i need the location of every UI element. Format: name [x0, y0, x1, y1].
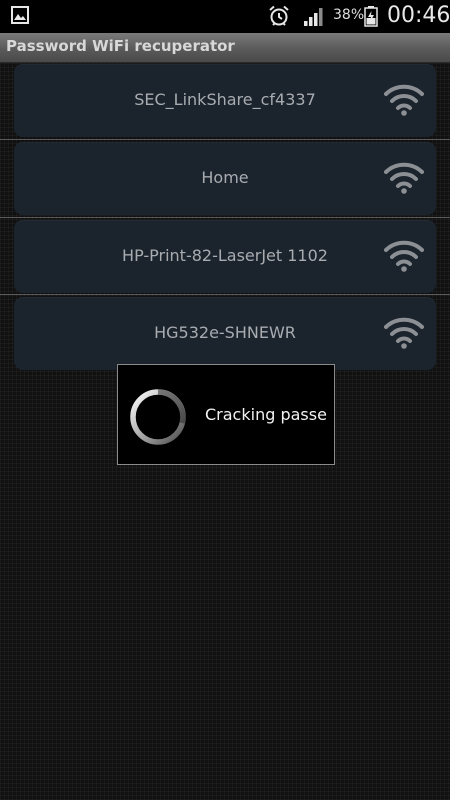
app-screen: 38% 00:46 Password WiFi recuperator SEC_…	[0, 0, 450, 800]
battery-icon	[364, 6, 378, 27]
network-item[interactable]: SEC_LinkShare_cf4337	[14, 64, 436, 137]
alarm-icon	[269, 5, 289, 26]
app-title: Password WiFi recuperator	[6, 37, 235, 55]
network-ssid: SEC_LinkShare_cf4337	[134, 90, 316, 109]
network-ssid: HG532e-SHNEWR	[154, 323, 296, 342]
network-item[interactable]: HP-Print-82-LaserJet 1102	[14, 220, 436, 293]
title-bar: Password WiFi recuperator	[0, 33, 450, 63]
battery-percentage: 38%	[333, 7, 365, 23]
wifi-icon	[384, 240, 424, 272]
list-divider	[0, 294, 450, 295]
wifi-icon	[384, 317, 424, 349]
progress-dialog: Cracking passe	[117, 364, 335, 465]
network-ssid: Home	[201, 168, 249, 187]
network-item[interactable]: HG532e-SHNEWR	[14, 297, 436, 370]
wifi-icon	[384, 162, 424, 194]
network-ssid: HP-Print-82-LaserJet 1102	[122, 246, 328, 265]
gallery-icon	[11, 6, 29, 24]
list-divider	[0, 217, 450, 218]
network-item[interactable]: Home	[14, 142, 436, 215]
loading-spinner-icon	[130, 389, 186, 445]
list-divider	[0, 139, 450, 140]
wifi-icon	[384, 84, 424, 116]
status-bar: 38% 00:46	[0, 0, 450, 33]
signal-icon	[304, 8, 323, 26]
clock: 00:46	[387, 3, 450, 28]
dialog-message: Cracking passe	[205, 405, 327, 424]
